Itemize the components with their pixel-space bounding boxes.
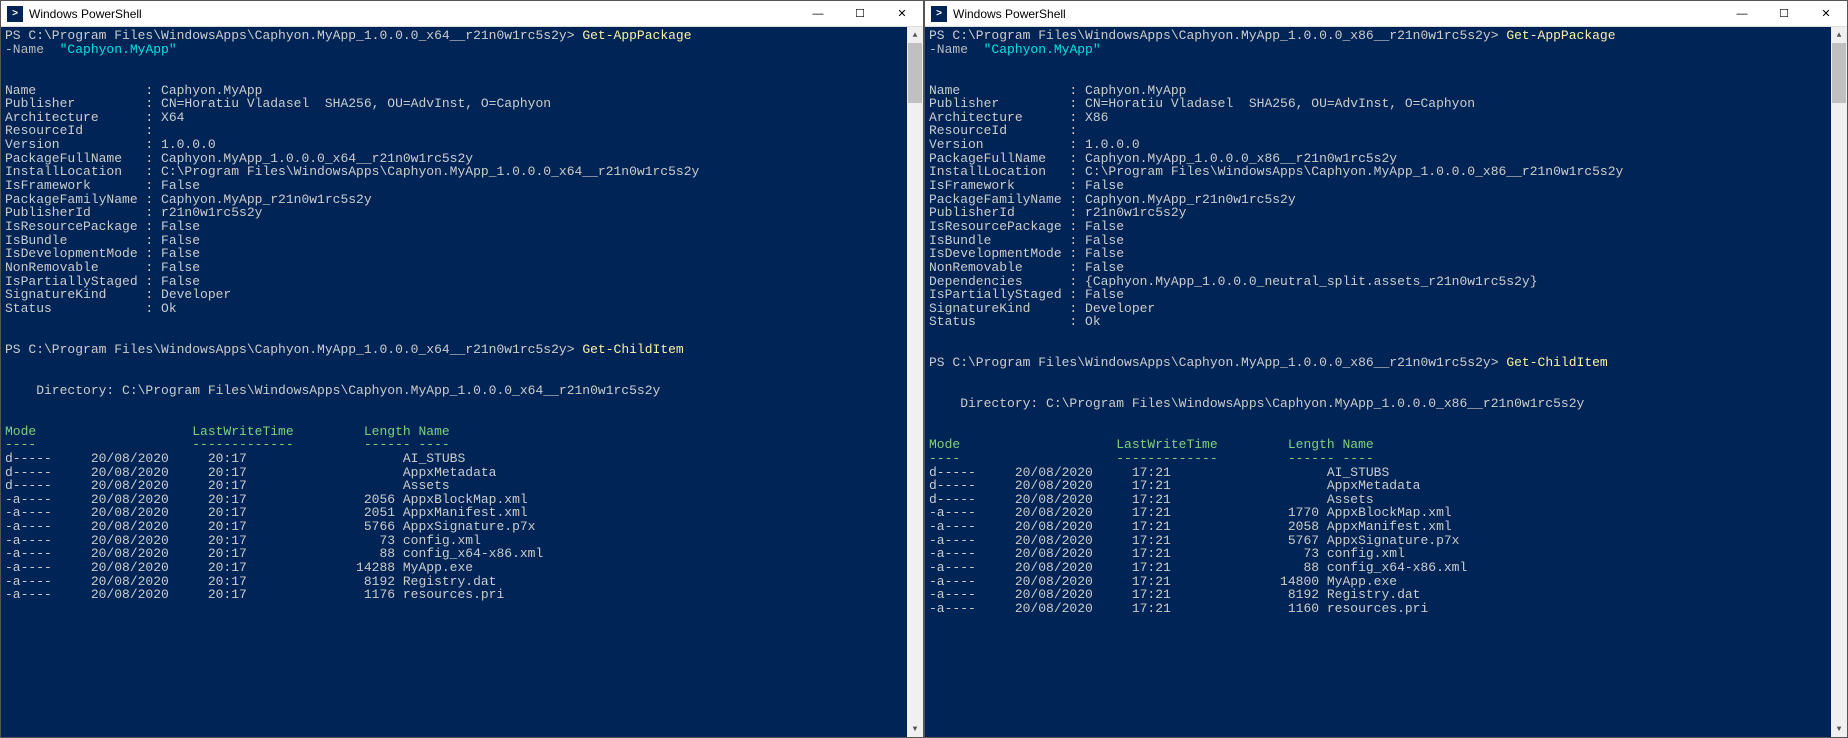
powershell-window-right: > Windows PowerShell — ☐ ✕ PS C:\Program…: [924, 0, 1848, 738]
close-button[interactable]: ✕: [1805, 1, 1847, 27]
terminal-output[interactable]: PS C:\Program Files\WindowsApps\Caphyon.…: [925, 27, 1831, 737]
scroll-track[interactable]: [1831, 43, 1847, 721]
window-controls: — ☐ ✕: [797, 1, 923, 27]
powershell-window-left: > Windows PowerShell — ☐ ✕ PS C:\Program…: [0, 0, 924, 738]
scroll-down-icon[interactable]: ▼: [1831, 721, 1847, 737]
titlebar[interactable]: > Windows PowerShell — ☐ ✕: [925, 1, 1847, 27]
window-title: Windows PowerShell: [953, 7, 1721, 21]
scroll-down-icon[interactable]: ▼: [907, 721, 923, 737]
scrollbar[interactable]: ▲ ▼: [907, 27, 923, 737]
scroll-up-icon[interactable]: ▲: [1831, 27, 1847, 43]
window-title: Windows PowerShell: [29, 7, 797, 21]
powershell-icon: >: [7, 6, 23, 22]
scroll-up-icon[interactable]: ▲: [907, 27, 923, 43]
powershell-icon: >: [931, 6, 947, 22]
titlebar[interactable]: > Windows PowerShell — ☐ ✕: [1, 1, 923, 27]
maximize-button[interactable]: ☐: [1763, 1, 1805, 27]
minimize-button[interactable]: —: [797, 1, 839, 27]
maximize-button[interactable]: ☐: [839, 1, 881, 27]
scroll-thumb[interactable]: [1832, 43, 1846, 103]
close-button[interactable]: ✕: [881, 1, 923, 27]
scroll-track[interactable]: [907, 43, 923, 721]
scrollbar[interactable]: ▲ ▼: [1831, 27, 1847, 737]
scroll-thumb[interactable]: [908, 43, 922, 103]
minimize-button[interactable]: —: [1721, 1, 1763, 27]
window-controls: — ☐ ✕: [1721, 1, 1847, 27]
terminal-output[interactable]: PS C:\Program Files\WindowsApps\Caphyon.…: [1, 27, 907, 737]
